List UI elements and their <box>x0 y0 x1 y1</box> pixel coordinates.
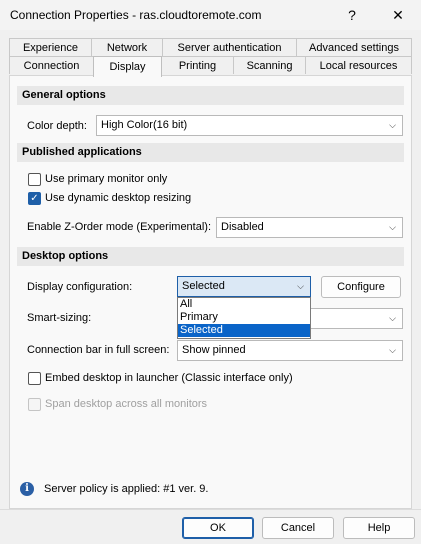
chevron-down-icon: ⌵ <box>389 345 396 355</box>
window-title: Connection Properties - ras.cloudtoremot… <box>10 8 262 22</box>
primary-monitor-checkbox[interactable] <box>28 173 41 186</box>
help-button[interactable]: Help <box>343 517 415 539</box>
smart-sizing-label: Smart-sizing: <box>27 312 92 324</box>
connection-bar-select[interactable]: Show pinned ⌵ <box>177 340 403 361</box>
color-depth-select[interactable]: High Color(16 bit) ⌵ <box>96 115 403 136</box>
dropdown-option-selected[interactable]: Selected <box>178 324 310 337</box>
color-depth-label: Color depth: <box>27 120 87 132</box>
chevron-down-icon: ⌵ <box>389 313 396 323</box>
close-icon[interactable]: ✕ <box>375 0 421 30</box>
connection-bar-value: Show pinned <box>182 344 246 356</box>
zorder-value: Disabled <box>221 221 264 233</box>
tab-server-authentication[interactable]: Server authentication <box>162 38 297 56</box>
tab-experience[interactable]: Experience <box>9 38 92 56</box>
dynamic-resize-label: Use dynamic desktop resizing <box>45 192 192 204</box>
zorder-label: Enable Z-Order mode (Experimental): <box>27 221 212 233</box>
span-desktop-checkbox[interactable] <box>28 398 41 411</box>
display-configuration-select[interactable]: Selected ⌵ <box>177 276 311 297</box>
tab-advanced-settings[interactable]: Advanced settings <box>296 38 412 56</box>
display-configuration-value: Selected <box>182 280 225 292</box>
tab-connection[interactable]: Connection <box>9 56 94 74</box>
embed-desktop-label: Embed desktop in launcher (Classic inter… <box>45 372 293 384</box>
dynamic-resize-checkbox[interactable]: ✓ <box>28 192 41 205</box>
ok-button[interactable]: OK <box>182 517 254 539</box>
tab-display[interactable]: Display <box>93 56 162 77</box>
general-options-header: General options <box>17 86 404 105</box>
title-bar: Connection Properties - ras.cloudtoremot… <box>0 0 421 30</box>
configure-button[interactable]: Configure <box>321 276 401 298</box>
display-configuration-label: Display configuration: <box>27 281 133 293</box>
desktop-options-header: Desktop options <box>17 247 404 266</box>
primary-monitor-label: Use primary monitor only <box>45 173 168 185</box>
tab-local-resources[interactable]: Local resources <box>305 56 412 74</box>
tab-network[interactable]: Network <box>91 38 163 56</box>
tab-scanning[interactable]: Scanning <box>233 56 306 74</box>
help-icon[interactable]: ? <box>329 0 375 30</box>
connection-bar-label: Connection bar in full screen: <box>27 344 170 356</box>
dropdown-option-primary[interactable]: Primary <box>178 311 310 324</box>
color-depth-value: High Color(16 bit) <box>101 119 188 131</box>
check-icon: ✓ <box>30 193 39 204</box>
server-policy-text: Server policy is applied: #1 ver. 9. <box>44 483 209 495</box>
chevron-down-icon: ⌵ <box>389 222 396 232</box>
footer-divider <box>0 509 421 510</box>
span-desktop-label: Span desktop across all monitors <box>45 398 208 410</box>
tab-printing[interactable]: Printing <box>161 56 234 74</box>
chevron-down-icon: ⌵ <box>389 120 396 130</box>
published-applications-header: Published applications <box>17 143 404 162</box>
chevron-down-icon: ⌵ <box>297 281 304 291</box>
cancel-button[interactable]: Cancel <box>262 517 334 539</box>
zorder-select[interactable]: Disabled ⌵ <box>216 217 403 238</box>
dropdown-option-all[interactable]: All <box>178 298 310 311</box>
info-icon: i <box>20 482 34 496</box>
display-configuration-dropdown: All Primary Selected <box>177 297 311 339</box>
tab-strip: Experience Network Server authentication… <box>9 38 412 78</box>
embed-desktop-checkbox[interactable] <box>28 372 41 385</box>
